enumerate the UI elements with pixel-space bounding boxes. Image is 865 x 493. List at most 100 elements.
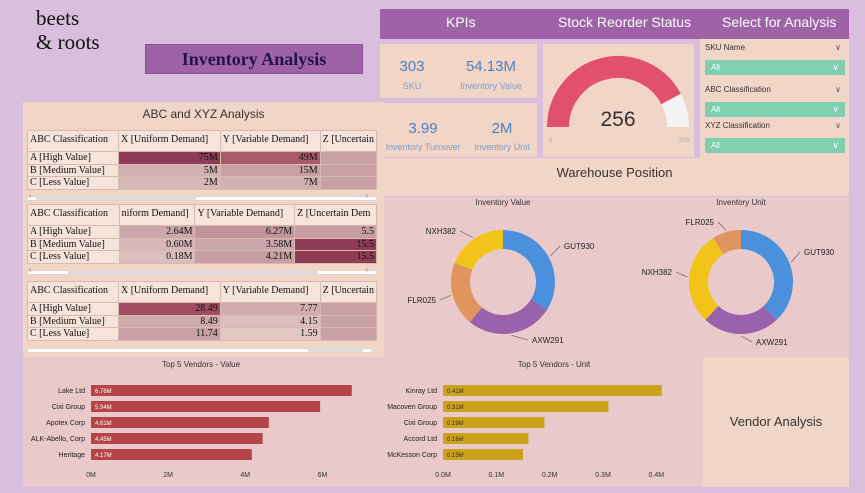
bar[interactable]: [91, 401, 321, 412]
table-row: A [High Value] 28.49 7.77: [27, 302, 378, 316]
scrollbar-thumb[interactable]: [68, 271, 318, 274]
donut-label: FLR025: [408, 296, 437, 305]
horizontal-scrollbar[interactable]: ‹ ›: [27, 267, 377, 275]
cell: 15.5: [294, 237, 377, 251]
donut-label: GUT930: [564, 242, 595, 251]
cell: 0.60M: [118, 237, 196, 251]
chevron-down-icon[interactable]: ∨: [835, 42, 841, 54]
data-label: 0.19M: [447, 421, 464, 427]
row-label: B [Medium Value]: [27, 163, 119, 177]
leader-line: [459, 230, 473, 238]
inventory-value-value: 54.13M: [465, 58, 517, 75]
column-header[interactable]: niform Demand]: [118, 204, 196, 226]
scrollbar-thumb[interactable]: [308, 349, 363, 352]
xyz-dropdown[interactable]: All ∨: [705, 138, 845, 153]
gauge-value: 256: [600, 108, 635, 131]
donut-slice-gut930[interactable]: [741, 230, 793, 320]
warehouse-position-title: Warehouse Position: [380, 158, 849, 196]
abc-value-matrix: ABC Classification X [Uniform Demand] Y …: [27, 130, 378, 190]
kpi-card-bottom: 3.99 Inventory Turnover 2M Inventory Uni…: [380, 103, 537, 157]
donut-label: AXW291: [532, 336, 564, 345]
table-row: C [Less Value] 2M 7M: [27, 176, 378, 190]
bar[interactable]: [91, 433, 263, 444]
chart-title: Top 5 Vendors - Value: [162, 360, 241, 369]
leader-line: [790, 251, 801, 263]
bar[interactable]: [91, 385, 352, 396]
sku-name-slicer-label: SKU Name: [705, 43, 746, 52]
data-label: 4.45M: [95, 437, 112, 443]
scroll-right-icon[interactable]: ›: [366, 193, 368, 200]
column-header[interactable]: Z [Uncertain: [319, 281, 378, 303]
scrollbar-thumb[interactable]: [36, 197, 196, 200]
column-header[interactable]: X [Uniform Demand]: [117, 130, 221, 152]
donut-label: FLR025: [686, 218, 715, 227]
donut-label: GUT930: [804, 248, 835, 257]
column-header[interactable]: Y [Variable Demand]: [219, 281, 321, 303]
column-header[interactable]: Y [Variable Demand]: [194, 204, 296, 226]
donut-label: NXH382: [642, 268, 673, 277]
vendor-analysis-button[interactable]: Vendor Analysis: [703, 357, 849, 487]
data-label: 4.61M: [95, 421, 112, 427]
category-label: Cixi Group: [52, 404, 85, 411]
donut-slice-axw291[interactable]: [469, 299, 547, 334]
inventory-value-label: Inventory Value: [460, 81, 522, 91]
table-row: B [Medium Value] 0.60M 3.58M 15.5: [27, 237, 377, 251]
donut-slice-nxh382[interactable]: [454, 230, 503, 270]
abc-slicer-label: ABC Classification: [705, 85, 771, 94]
inventory-turnover-value: 3.99: [408, 120, 438, 137]
data-label: 0.16M: [447, 437, 464, 443]
donut-slice-axw291[interactable]: [705, 306, 777, 334]
cell: [319, 176, 378, 190]
category-label: Accord Ltd: [404, 436, 438, 443]
scroll-left-icon[interactable]: ‹: [29, 267, 31, 274]
abc-classification-slicer: ABC Classification ∨ All ∨: [705, 84, 845, 117]
abc-xyz-title: ABC and XYZ Analysis: [142, 107, 265, 121]
column-header[interactable]: ABC Classification: [27, 204, 120, 226]
chevron-down-icon[interactable]: ∨: [835, 120, 841, 132]
inventory-unit-label: Inventory Unit: [474, 142, 530, 152]
column-header[interactable]: X [Uniform Demand]: [117, 281, 221, 303]
row-label: A [High Value]: [27, 225, 120, 239]
bar[interactable]: [443, 385, 662, 396]
horizontal-scrollbar[interactable]: [27, 348, 372, 353]
horizontal-scrollbar[interactable]: ‹ ›: [27, 193, 377, 201]
bar[interactable]: [91, 417, 269, 428]
kpis-header: KPIs: [446, 14, 476, 30]
cell: 15M: [219, 163, 321, 177]
sku-name-slicer: SKU Name ∨ All ∨: [705, 42, 845, 75]
abc-dropdown[interactable]: All ∨: [705, 102, 845, 117]
cell: 15.5: [294, 250, 377, 264]
top-vendors-value-bars: Lake Ltd 6.76M Cixi Group 5.94M Apotex Corp 4…: [31, 385, 352, 479]
header-bar: KPIs Stock Reorder Status Select for Ana…: [380, 9, 849, 39]
chevron-down-icon[interactable]: ∨: [835, 84, 841, 96]
stock-reorder-header: Stock Reorder Status: [558, 14, 692, 30]
column-header[interactable]: Z [Uncertain Dem: [294, 204, 377, 226]
table-row: B [Medium Value] 8.49 4.15: [27, 314, 378, 328]
sku-name-dropdown[interactable]: All ∨: [705, 60, 845, 75]
bar[interactable]: [91, 449, 252, 460]
donut-slice-gut930[interactable]: [503, 230, 555, 310]
cell: 5M: [117, 163, 221, 177]
scroll-right-icon[interactable]: ›: [366, 267, 368, 274]
row-label: A [High Value]: [27, 302, 119, 316]
cell: 49M: [219, 151, 321, 165]
data-label: 6.76M: [95, 389, 112, 395]
x-tick-label: 0.0M: [435, 472, 451, 479]
column-header[interactable]: Z [Uncertain: [319, 130, 378, 152]
data-label: 5.94M: [95, 405, 112, 411]
column-header[interactable]: Y [Variable Demand]: [219, 130, 321, 152]
category-label: Apotex Corp: [46, 420, 85, 427]
scroll-left-icon[interactable]: ‹: [29, 193, 31, 200]
abc-turnover-matrix: ABC Classification X [Uniform Demand] Y …: [27, 281, 378, 341]
page-title: Inventory Analysis: [145, 44, 363, 74]
category-label: McKesson Corp: [387, 452, 437, 459]
leader-line: [717, 221, 727, 231]
bar[interactable]: [443, 401, 609, 412]
row-label: C [Less Value]: [27, 327, 119, 341]
cell: [319, 314, 378, 328]
kpi-card-top: 303 SKU 54.13M Inventory Value: [380, 44, 537, 98]
cell: 7.77: [219, 302, 321, 316]
column-header[interactable]: ABC Classification: [27, 130, 119, 152]
vendor-bar-charts: Top 5 Vendors - Value Top 5 Vendors - Un…: [31, 360, 664, 479]
column-header[interactable]: ABC Classification: [27, 281, 119, 303]
